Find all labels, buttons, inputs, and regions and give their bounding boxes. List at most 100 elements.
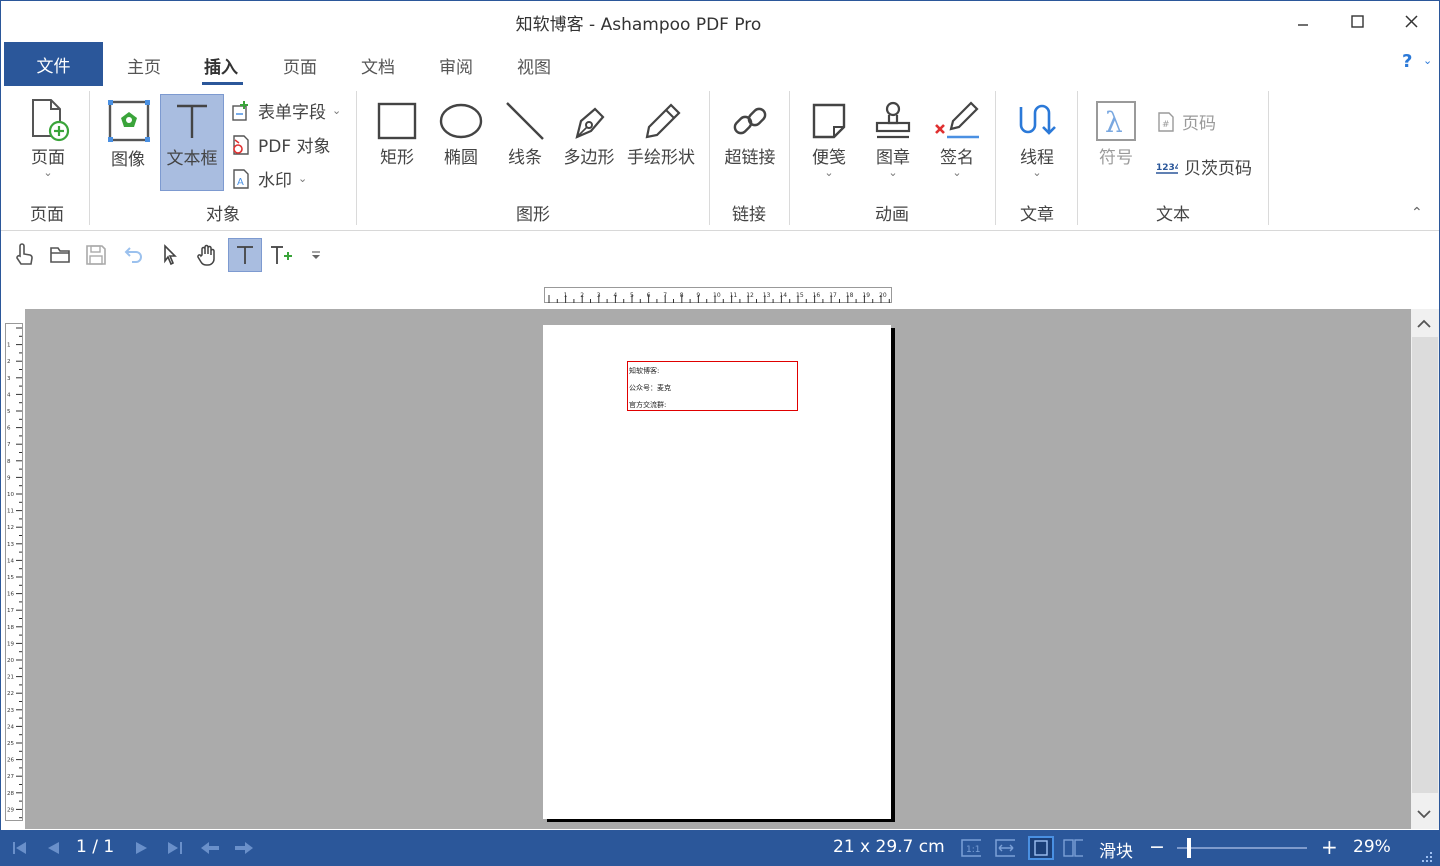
thread-button[interactable]: 线程 ⌄: [1012, 99, 1062, 178]
line-label: 线条: [508, 148, 542, 168]
watermark-label: 水印: [258, 171, 292, 191]
polygon-button[interactable]: 多边形: [561, 99, 617, 168]
stamp-button[interactable]: 图章 ⌄: [868, 99, 918, 178]
tab-document[interactable]: 文档: [361, 53, 395, 78]
tab-view[interactable]: 视图: [517, 53, 551, 78]
fit-page-icon: [1034, 840, 1048, 856]
maximize-button[interactable]: [1330, 1, 1384, 41]
save-button[interactable]: [79, 238, 113, 272]
first-page-button[interactable]: [10, 839, 30, 857]
active-tab-indicator: [202, 82, 243, 85]
symbol-button[interactable]: λ 符号: [1091, 99, 1141, 168]
svg-text:11: 11: [730, 292, 738, 299]
previous-page-icon: [48, 842, 59, 854]
hand-tool-button[interactable]: [191, 238, 225, 272]
fit-page-button[interactable]: [1028, 836, 1054, 860]
watermark-icon: A: [233, 168, 249, 189]
svg-text:22: 22: [7, 691, 14, 697]
app-window: 知软博客 - Ashampoo PDF Pro 文件 主页 插入 页面 文档 审…: [0, 0, 1440, 866]
note-button[interactable]: 便笺 ⌄: [804, 99, 854, 178]
customize-toolbar-button[interactable]: [301, 238, 331, 272]
chevron-down-icon: [1417, 810, 1431, 819]
close-icon: [1404, 14, 1418, 28]
svg-text:10: 10: [7, 492, 14, 498]
svg-text:23: 23: [7, 708, 14, 714]
scrollbar-thumb[interactable]: [1412, 337, 1438, 793]
svg-text:#: #: [1162, 120, 1170, 130]
text-box[interactable]: 知软博客: 公众号：麦克 官方交流群:: [627, 361, 798, 411]
scroll-down-button[interactable]: [1415, 807, 1433, 826]
zoom-slider-thumb[interactable]: [1187, 838, 1192, 858]
fit-width-button[interactable]: [995, 839, 1015, 857]
page-indicator[interactable]: 1 / 1: [76, 837, 114, 857]
add-text-button[interactable]: [265, 238, 299, 272]
svg-text:20: 20: [7, 658, 14, 664]
page-button-label: 页面: [31, 148, 65, 168]
actual-size-button[interactable]: 1:1: [961, 839, 981, 857]
svg-text:15: 15: [796, 292, 804, 299]
ribbon-options-icon[interactable]: ⌄: [1423, 54, 1432, 67]
watermark-button[interactable]: A 水印 ⌄: [230, 166, 307, 191]
back-button[interactable]: [199, 839, 219, 857]
first-page-icon: [13, 842, 26, 854]
help-button[interactable]: ?: [1402, 51, 1412, 72]
tab-page[interactable]: 页面: [283, 53, 317, 78]
two-pages-button[interactable]: [1063, 839, 1083, 857]
text-line: 知软博客:: [629, 367, 660, 375]
tab-review[interactable]: 审阅: [439, 53, 473, 78]
symbol-label: 符号: [1099, 148, 1133, 168]
ellipse-button[interactable]: 椭圆: [436, 99, 486, 168]
form-field-icon: [232, 100, 248, 121]
signature-icon: [935, 101, 979, 139]
last-page-button[interactable]: [165, 839, 185, 857]
textbox-button[interactable]: 文本框: [160, 94, 224, 191]
tab-insert[interactable]: 插入: [204, 53, 238, 78]
zoom-out-button[interactable]: −: [1149, 836, 1165, 858]
save-icon: [86, 245, 106, 265]
touch-mode-button[interactable]: [7, 238, 41, 272]
status-bar: 1 / 1 21 x 29.7 cm 1:1 滑块 − + 29%: [1, 830, 1439, 866]
line-icon: [506, 102, 544, 140]
collapse-ribbon-button[interactable]: ⌃: [1411, 205, 1423, 221]
ellipse-label: 椭圆: [444, 148, 478, 168]
ellipse-icon: [439, 103, 483, 139]
pdf-page[interactable]: 知软博客: 公众号：麦克 官方交流群:: [543, 325, 891, 819]
zoom-percent: 29%: [1353, 837, 1391, 857]
next-page-icon: [136, 842, 147, 854]
select-tool-button[interactable]: [153, 238, 187, 272]
freehand-label: 手绘形状: [627, 148, 695, 168]
image-button-label: 图像: [111, 150, 145, 170]
zoom-in-button[interactable]: +: [1321, 835, 1338, 859]
minimize-button[interactable]: [1276, 1, 1330, 41]
undo-button[interactable]: [115, 238, 149, 272]
zoom-slider[interactable]: [1177, 838, 1307, 858]
forward-button[interactable]: [233, 839, 253, 857]
image-button[interactable]: 图像: [101, 97, 155, 170]
form-field-button[interactable]: 表单字段 ⌄: [230, 98, 341, 123]
close-button[interactable]: [1384, 1, 1438, 41]
rectangle-button[interactable]: 矩形: [372, 99, 422, 168]
svg-text:18: 18: [7, 625, 14, 631]
group-label-article: 文章: [1020, 205, 1054, 225]
thread-label: 线程: [1020, 148, 1054, 168]
next-page-button[interactable]: [132, 839, 152, 857]
two-pages-icon: [1063, 839, 1083, 857]
freehand-button[interactable]: 手绘形状: [623, 99, 699, 168]
svg-text:5: 5: [630, 292, 634, 299]
tab-file[interactable]: 文件: [4, 42, 103, 86]
open-button[interactable]: [43, 238, 77, 272]
line-button[interactable]: 线条: [500, 99, 550, 168]
signature-button[interactable]: 签名 ⌄: [932, 99, 982, 178]
svg-text:9: 9: [696, 292, 700, 299]
bates-number-button[interactable]: 1234 贝茨页码: [1156, 154, 1252, 179]
tab-home[interactable]: 主页: [127, 53, 161, 78]
hyperlink-button[interactable]: 超链接: [719, 99, 781, 168]
scroll-up-button[interactable]: [1415, 315, 1433, 334]
page-number-button[interactable]: # 页码: [1156, 109, 1216, 134]
svg-text:3: 3: [7, 376, 11, 382]
document-canvas[interactable]: 知软博客: 公众号：麦克 官方交流群:: [25, 309, 1411, 829]
page-button[interactable]: 页面 ⌄: [23, 97, 73, 178]
pdf-object-button[interactable]: PDF 对象: [230, 132, 331, 157]
previous-page-button[interactable]: [43, 839, 63, 857]
text-tool-button[interactable]: [228, 238, 262, 272]
